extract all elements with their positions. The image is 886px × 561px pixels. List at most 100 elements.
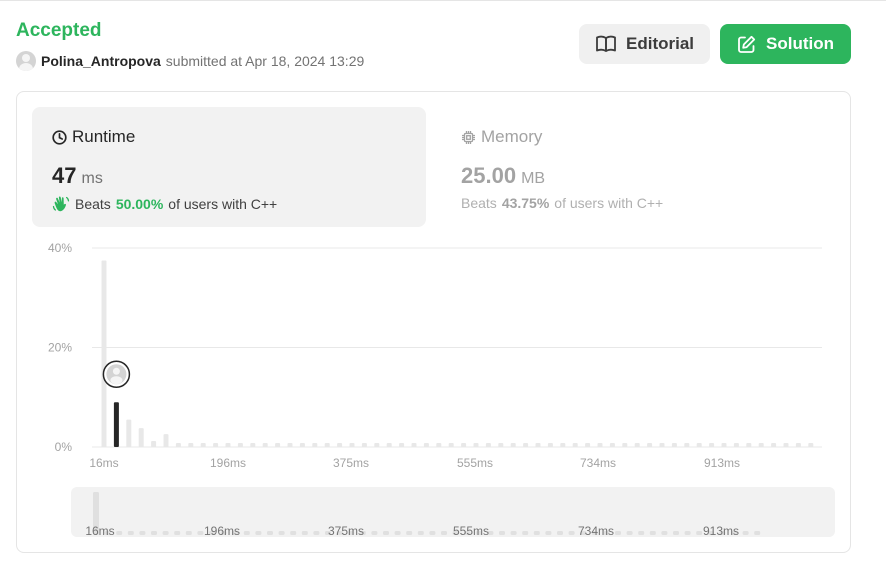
runtime-bar[interactable] <box>622 443 628 447</box>
navigator-bar <box>441 531 447 535</box>
x-tick-label: 196ms <box>210 456 246 470</box>
navigator-bar <box>394 531 401 535</box>
navigator-bar <box>371 531 378 535</box>
navigator-bar <box>185 531 192 535</box>
runtime-bar[interactable] <box>337 443 343 447</box>
runtime-bar[interactable] <box>783 443 789 447</box>
navigator-tick-label: 555ms <box>453 524 489 538</box>
user-runtime-bar[interactable] <box>113 402 119 447</box>
runtime-bar[interactable] <box>399 443 405 447</box>
runtime-bar[interactable] <box>361 443 367 447</box>
runtime-bar[interactable] <box>237 443 243 447</box>
navigator-bar <box>162 531 169 535</box>
runtime-bar[interactable] <box>733 443 739 447</box>
runtime-bar[interactable] <box>213 443 219 447</box>
runtime-bar[interactable] <box>436 443 442 447</box>
runtime-bar[interactable] <box>287 443 293 447</box>
runtime-bar[interactable] <box>275 443 281 447</box>
runtime-bar[interactable] <box>349 443 355 447</box>
runtime-bar[interactable] <box>634 443 640 447</box>
navigator-bar <box>533 531 540 535</box>
navigator-bar <box>568 531 575 535</box>
navigator-bar <box>429 531 436 535</box>
navigator-bar <box>197 531 204 535</box>
runtime-bar[interactable] <box>312 443 318 447</box>
navigator-bar <box>383 531 389 535</box>
runtime-bar[interactable] <box>547 443 553 447</box>
y-tick-label: 40% <box>48 241 72 255</box>
x-tick-label: 375ms <box>333 456 369 470</box>
runtime-bar[interactable] <box>659 443 665 447</box>
runtime-bar[interactable] <box>671 443 677 447</box>
navigator-bar <box>673 531 679 535</box>
navigator-tick-label: 375ms <box>328 524 364 538</box>
runtime-bar[interactable] <box>485 443 491 447</box>
runtime-bar[interactable] <box>411 443 417 447</box>
runtime-bar[interactable] <box>151 441 157 447</box>
runtime-bar[interactable] <box>175 443 181 447</box>
runtime-bar[interactable] <box>535 443 541 447</box>
runtime-bar[interactable] <box>721 443 727 447</box>
navigator-bar <box>545 531 552 535</box>
navigator-bar <box>510 531 517 535</box>
user-marker-avatar-head <box>112 367 120 375</box>
runtime-bar[interactable] <box>684 443 690 447</box>
runtime-bar[interactable] <box>138 428 144 447</box>
runtime-bar[interactable] <box>498 443 504 447</box>
runtime-bar[interactable] <box>423 443 429 447</box>
runtime-bar[interactable] <box>188 443 194 447</box>
navigator-bar <box>696 531 703 535</box>
user-marker-avatar-body <box>110 376 123 385</box>
runtime-bar[interactable] <box>448 443 454 447</box>
runtime-bar[interactable] <box>250 443 256 447</box>
navigator-bar <box>684 531 691 535</box>
runtime-bar[interactable] <box>585 443 591 447</box>
runtime-bar[interactable] <box>262 443 268 447</box>
runtime-bar[interactable] <box>771 443 777 447</box>
runtime-bar[interactable] <box>597 443 603 447</box>
runtime-bar[interactable] <box>510 443 516 447</box>
runtime-bar[interactable] <box>609 443 615 447</box>
navigator-bar <box>499 531 505 535</box>
navigator-bar <box>139 531 146 535</box>
runtime-bar[interactable] <box>374 443 380 447</box>
y-tick-label: 20% <box>48 341 72 355</box>
navigator-tick-label: 196ms <box>204 524 240 538</box>
runtime-bar[interactable] <box>808 443 814 447</box>
navigator-bar <box>174 531 181 535</box>
navigator-bar <box>406 531 413 535</box>
x-tick-label: 913ms <box>704 456 740 470</box>
runtime-bar[interactable] <box>523 443 529 447</box>
navigator-bar <box>754 531 761 535</box>
runtime-bar[interactable] <box>473 443 479 447</box>
runtime-bar[interactable] <box>560 443 566 447</box>
navigator-bar <box>417 531 424 535</box>
navigator-bar <box>267 531 273 535</box>
navigator-bar <box>557 531 563 535</box>
navigator-tick-label: 16ms <box>85 524 114 538</box>
runtime-bar[interactable] <box>696 443 702 447</box>
navigator-bar <box>522 531 529 535</box>
runtime-bar[interactable] <box>163 434 169 447</box>
navigator-bar <box>626 531 633 535</box>
runtime-bar[interactable] <box>647 443 653 447</box>
runtime-bar[interactable] <box>126 419 132 447</box>
runtime-bar[interactable] <box>200 443 206 447</box>
runtime-bar[interactable] <box>758 443 764 447</box>
navigator-bar <box>301 531 308 535</box>
runtime-bar[interactable] <box>709 443 715 447</box>
navigator-bar <box>255 531 262 535</box>
runtime-bar[interactable] <box>746 443 752 447</box>
runtime-bar[interactable] <box>101 260 107 447</box>
runtime-bar[interactable] <box>386 443 392 447</box>
navigator-bar <box>243 531 250 535</box>
runtime-bar[interactable] <box>324 443 330 447</box>
runtime-bar[interactable] <box>572 443 578 447</box>
navigator-bar <box>116 531 123 535</box>
runtime-bar[interactable] <box>299 443 305 447</box>
runtime-bar[interactable] <box>795 443 801 447</box>
runtime-bar[interactable] <box>225 443 231 447</box>
x-tick-label: 555ms <box>457 456 493 470</box>
y-tick-label: 0% <box>55 440 73 454</box>
runtime-bar[interactable] <box>461 443 467 447</box>
